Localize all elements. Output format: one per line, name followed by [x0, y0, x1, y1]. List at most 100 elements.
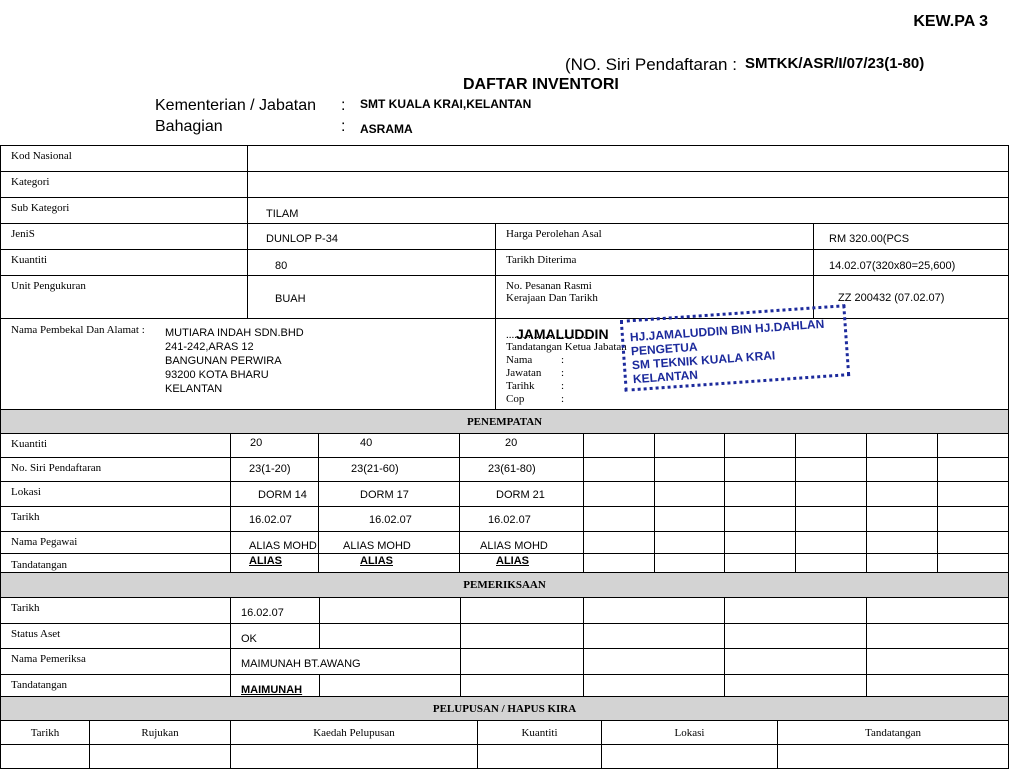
cell[interactable] [583, 623, 725, 649]
cell[interactable] [936, 457, 1010, 482]
harga-value: RM 320.00(PCS [829, 233, 910, 245]
kod-nasional-value[interactable] [246, 145, 1010, 172]
cell[interactable]: 23(21-60) [318, 457, 460, 482]
cell[interactable] [776, 744, 1010, 769]
cell[interactable] [583, 433, 655, 458]
pembekal-address: MUTIARA INDAH SDN.BHD 241-242,ARAS 12 BA… [165, 326, 304, 396]
cell[interactable] [936, 481, 1010, 507]
siri-value: SMTKK/ASR/I/07/23(1-80) [745, 55, 925, 72]
cell[interactable]: DORM 14 [230, 481, 319, 507]
cell[interactable] [477, 744, 602, 769]
cell[interactable] [654, 457, 725, 482]
row-label: No. Siri Pendaftaran [0, 457, 231, 482]
cell[interactable]: 23(1-20) [230, 457, 319, 482]
cell[interactable]: 16.02.07 [230, 597, 320, 624]
cell[interactable] [724, 457, 796, 482]
cell[interactable] [724, 506, 796, 532]
cell[interactable] [865, 674, 1010, 697]
cell[interactable] [89, 744, 231, 769]
cell[interactable]: MAIMUNAH [230, 674, 320, 697]
cell[interactable] [724, 433, 796, 458]
cell[interactable]: 16.02.07 [230, 506, 319, 532]
cell[interactable] [460, 597, 584, 624]
cell[interactable] [319, 597, 461, 624]
cell[interactable] [724, 481, 796, 507]
cell[interactable]: ALIAS MOHD [230, 531, 319, 554]
cell[interactable]: 16.02.07 [459, 506, 584, 532]
pesanan-label-line1: No. Pesanan Rasmi [506, 280, 592, 292]
cell[interactable] [936, 531, 1010, 554]
cell[interactable] [724, 648, 867, 675]
cell[interactable]: DORM 17 [318, 481, 460, 507]
cell[interactable] [724, 597, 867, 624]
cell[interactable] [865, 648, 1010, 675]
cell[interactable]: 16.02.07 [318, 506, 460, 532]
cell[interactable] [795, 531, 867, 554]
cell[interactable]: OK [230, 623, 320, 649]
address-line: KELANTAN [165, 383, 223, 395]
cell[interactable] [0, 744, 90, 769]
cell[interactable]: ALIAS MOHD [318, 531, 460, 554]
cell[interactable] [795, 481, 867, 507]
sub-kategori-cell[interactable]: TILAM [246, 197, 1010, 224]
row-label: Status Aset [0, 623, 231, 649]
cell[interactable] [795, 506, 867, 532]
cell[interactable]: MAIMUNAH BT.AWANG [230, 648, 461, 675]
cell[interactable] [319, 674, 461, 697]
pemeriksaan-row-tarikh: Tarikh 16.02.07 [0, 597, 1010, 624]
cell[interactable] [583, 674, 725, 697]
cell[interactable] [795, 433, 867, 458]
cell[interactable] [936, 506, 1010, 532]
cell[interactable]: 23(61-80) [459, 457, 584, 482]
cell[interactable] [865, 623, 1010, 649]
cell[interactable] [583, 531, 655, 554]
cell[interactable] [866, 531, 938, 554]
pelupusan-title: PELUPUSAN / HAPUS KIRA [0, 696, 1010, 721]
tarikh-diterima-cell[interactable]: 14.02.07(320x80=25,600) [812, 249, 1010, 276]
pelupusan-header-row: Tarikh Rujukan Kaedah Pelupusan Kuantiti… [0, 720, 1010, 745]
cell[interactable] [460, 623, 584, 649]
cell[interactable] [936, 433, 1010, 458]
kuantiti-cell[interactable]: 80 [247, 249, 496, 276]
cell[interactable] [724, 674, 867, 697]
cell[interactable]: 20 [230, 433, 319, 458]
cell[interactable] [654, 531, 725, 554]
cell[interactable] [866, 506, 938, 532]
cell[interactable] [654, 481, 725, 507]
cell[interactable] [460, 674, 584, 697]
cell[interactable] [230, 744, 478, 769]
kategori-value[interactable] [246, 171, 1010, 198]
cell[interactable] [866, 457, 938, 482]
cell[interactable]: DORM 21 [459, 481, 584, 507]
row-label: Tandatangan [0, 674, 231, 697]
cell[interactable] [583, 648, 725, 675]
ministry-colon: : [341, 97, 346, 114]
cell[interactable]: 40 [318, 433, 460, 458]
pembekal-cell[interactable]: Nama Pembekal Dan Alamat : MUTIARA INDAH… [0, 318, 496, 411]
cell-value: 16.02.07 [369, 514, 412, 526]
jenis-cell[interactable]: DUNLOP P-34 [247, 223, 496, 250]
harga-cell[interactable]: RM 320.00(PCS [812, 223, 1010, 250]
cell[interactable]: 20 [459, 433, 584, 458]
cell[interactable] [583, 597, 725, 624]
cell[interactable] [795, 457, 867, 482]
cell[interactable] [654, 506, 725, 532]
cell[interactable] [319, 623, 461, 649]
row-label: Tarikh [0, 506, 231, 532]
cell-value: DORM 17 [360, 489, 409, 501]
cell[interactable] [724, 531, 796, 554]
cell[interactable] [724, 623, 867, 649]
unit-cell[interactable]: BUAH [247, 275, 496, 319]
address-line: BANGUNAN PERWIRA [165, 355, 282, 367]
cell[interactable] [654, 433, 725, 458]
cell[interactable] [583, 506, 655, 532]
cell[interactable] [601, 744, 778, 769]
cell[interactable] [865, 597, 1010, 624]
cell[interactable] [866, 481, 938, 507]
cell[interactable] [583, 481, 655, 507]
cell[interactable] [460, 648, 584, 675]
column-header: Rujukan [89, 720, 231, 745]
cell[interactable]: ALIAS MOHD [459, 531, 584, 554]
cell[interactable] [866, 433, 938, 458]
cell[interactable] [583, 457, 655, 482]
